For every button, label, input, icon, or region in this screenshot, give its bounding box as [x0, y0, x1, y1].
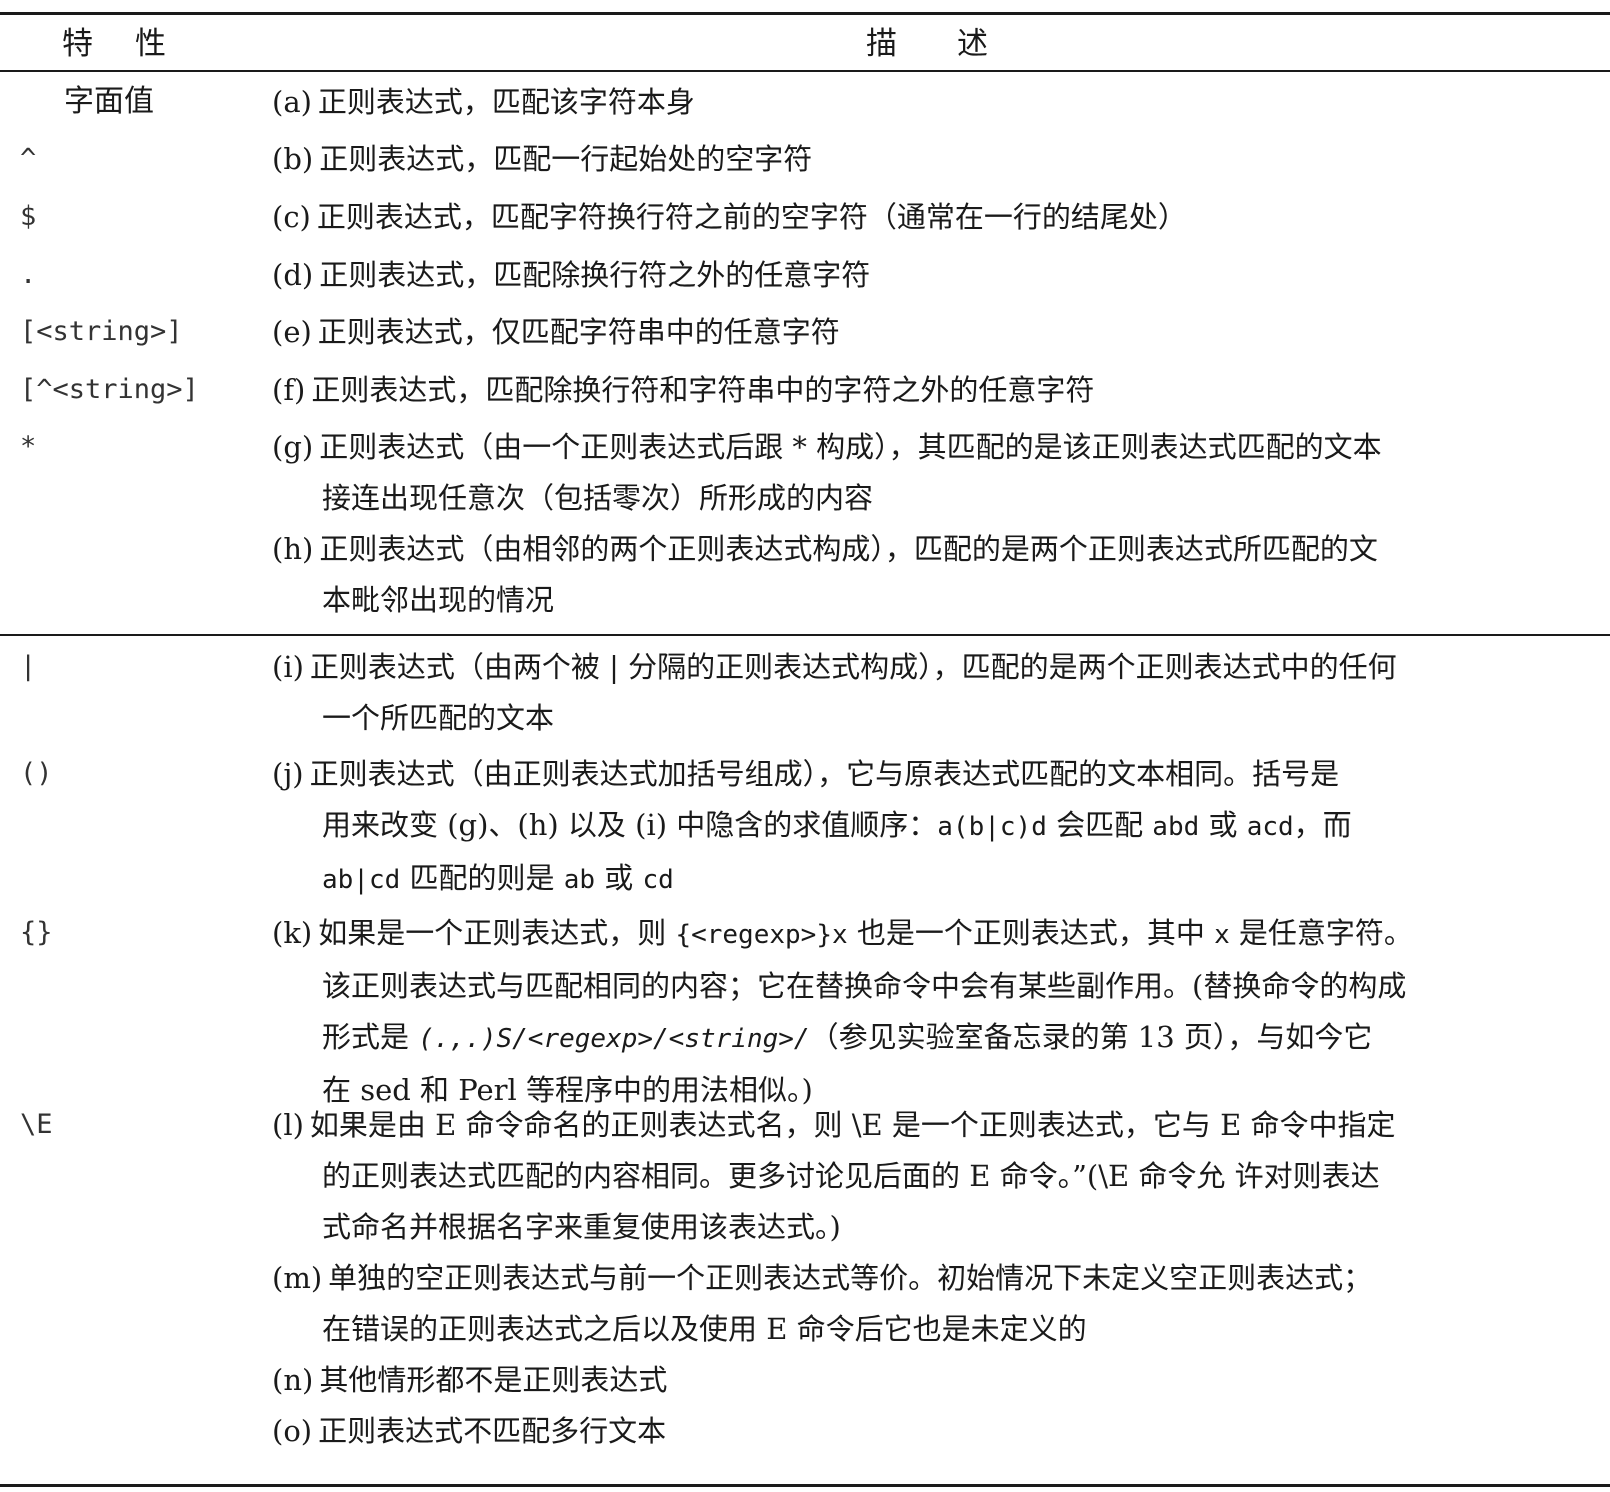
- item-tag: (n): [272, 1363, 314, 1397]
- code-snippet: (.,.)S/<regexp>/<string>/: [418, 1024, 810, 1054]
- description-cell: (j) 正则表达式（由正则表达式加括号组成），它与原表达式匹配的文本相同。括号是 …: [272, 749, 1596, 906]
- description-text: 正则表达式，匹配一行起始处的空字符: [319, 142, 813, 176]
- feature-cell: .: [20, 259, 37, 290]
- feature-cell: *: [20, 431, 37, 462]
- item-tag: (a): [272, 85, 312, 119]
- description-text: 如果是一个正则表达式，则: [318, 916, 676, 950]
- item-tag: (o): [272, 1414, 313, 1448]
- header-description: 描述: [866, 20, 1066, 68]
- description-text: 在错误的正则表达式之后以及使用 E 命令后它也是未定义的: [322, 1312, 1087, 1346]
- feature-cell: ^: [20, 143, 37, 174]
- description-text: 式命名并根据名字来重复使用该表达式。): [322, 1210, 841, 1244]
- description-text: 正则表达式，匹配该字符本身: [317, 85, 695, 119]
- item-tag: (d): [272, 258, 314, 292]
- description-text: 正则表达式（由相邻的两个正则表达式构成），匹配的是两个正则表达式所匹配的文: [319, 532, 1378, 566]
- description-text: 也是一个正则表达式，其中: [847, 916, 1215, 950]
- feature-cell: |: [20, 651, 37, 682]
- item-tag: (j): [272, 757, 304, 791]
- item-tag: (b): [272, 142, 314, 176]
- header-desc-char-1: 描: [866, 26, 897, 62]
- description-text: 正则表达式，匹配除换行符之外的任意字符: [319, 258, 871, 292]
- feature-cell: [^<string>]: [20, 374, 199, 405]
- description-cell: (d) 正则表达式，匹配除换行符之外的任意字符: [272, 250, 1596, 301]
- description-line: ab|cd 匹配的则是 ab 或 cd: [272, 853, 1596, 906]
- header-rule: [0, 70, 1610, 72]
- description-text: 正则表达式（由正则表达式加括号组成），它与原表达式匹配的文本相同。括号是: [309, 757, 1340, 791]
- feature-cell: 字面值: [64, 84, 154, 119]
- code-snippet: ab: [563, 865, 596, 895]
- description-text: 本毗邻出现的情况: [322, 583, 555, 617]
- code-snippet: ab|cd: [322, 865, 401, 895]
- description-cell: (b) 正则表达式，匹配一行起始处的空字符: [272, 134, 1596, 185]
- code-snippet: cd: [642, 865, 674, 895]
- description-text: 会匹配: [1046, 808, 1153, 842]
- item-tag: (e): [272, 315, 312, 349]
- description-line: 用来改变 (g)、(h) 以及 (i) 中隐含的求值顺序：a(b|c)d 会匹配…: [272, 800, 1596, 853]
- description-text: ，而: [1293, 808, 1352, 842]
- item-tag: (m): [272, 1261, 323, 1295]
- description-text: 正则表达式不匹配多行文本: [318, 1414, 667, 1448]
- description-text: 该正则表达式与匹配相同的内容；它在替换命令中会有某些副作用。(替换命令的构成: [322, 969, 1407, 1003]
- description-text: （参见实验室备忘录的第 13 页），与如今它: [809, 1020, 1373, 1054]
- code-snippet: x: [1214, 920, 1230, 950]
- description-text: 正则表达式（由两个被 | 分隔的正则表达式构成），匹配的是两个正则表达式中的任何: [309, 650, 1397, 684]
- description-text: 其他情形都不是正则表达式: [319, 1363, 668, 1397]
- item-tag: (l): [272, 1108, 304, 1142]
- header-desc-char-2: 述: [957, 26, 988, 62]
- description-text: 接连出现任意次（包括零次）所形成的内容: [322, 481, 874, 515]
- feature-cell: $: [20, 201, 37, 232]
- code-snippet: {<regexp>}x: [675, 920, 848, 950]
- item-tag: (k): [272, 916, 313, 950]
- description-text: 正则表达式，匹配除换行符和字符串中的字符之外的任意字符: [311, 373, 1095, 407]
- description-text: 形式是: [322, 1020, 419, 1054]
- description-cell: (k) 如果是一个正则表达式，则 {<regexp>}x 也是一个正则表达式，其中…: [272, 908, 1596, 1116]
- description-text: 正则表达式，匹配字符换行符之前的空字符（通常在一行的结尾处）: [316, 200, 1187, 234]
- code-snippet: acd: [1246, 812, 1294, 842]
- description-text: 或: [1199, 808, 1247, 842]
- description-text: 用来改变 (g)、(h) 以及 (i) 中隐含的求值顺序：: [322, 808, 938, 842]
- description-text: 单独的空正则表达式与前一个正则表达式等价。初始情况下未定义空正则表达式；: [328, 1261, 1373, 1295]
- feature-cell: {}: [20, 917, 53, 948]
- description-text: 是任意字符。: [1229, 916, 1413, 950]
- header-feature-char-2: 性: [135, 26, 166, 62]
- description-cell: (f) 正则表达式，匹配除换行符和字符串中的字符之外的任意字符: [272, 365, 1596, 416]
- table-bottom-rule: [0, 1484, 1610, 1487]
- item-tag: (i): [272, 650, 304, 684]
- description-text: 匹配的则是: [400, 861, 564, 895]
- header-feature-char-1: 特: [62, 26, 93, 62]
- table-top-rule: [0, 12, 1610, 15]
- feature-cell: [<string>]: [20, 316, 183, 347]
- header-feature: 特性: [62, 20, 212, 68]
- feature-cell: \E: [20, 1109, 53, 1140]
- description-line: 形式是 (.,.)S/<regexp>/<string>/（参见实验室备忘录的第…: [272, 1012, 1596, 1065]
- code-snippet: a(b|c)d: [937, 812, 1047, 842]
- description-cell: (g) 正则表达式（由一个正则表达式后跟 * 构成），其匹配的是该正则表达式匹配的…: [272, 422, 1596, 626]
- description-text: 的正则表达式匹配的内容相同。更多讨论见后面的 E 命令。”(\E 命令允 许对则…: [322, 1159, 1380, 1193]
- feature-cell: (): [20, 758, 53, 789]
- description-cell: (i) 正则表达式（由两个被 | 分隔的正则表达式构成），匹配的是两个正则表达式中…: [272, 642, 1596, 744]
- description-cell: (a) 正则表达式，匹配该字符本身: [272, 77, 1596, 128]
- description-text: 一个所匹配的文本: [322, 701, 555, 735]
- item-tag: (g): [272, 430, 314, 464]
- description-cell: (e) 正则表达式，仅匹配字符串中的任意字符: [272, 307, 1596, 358]
- item-tag: (h): [272, 532, 314, 566]
- item-tag: (c): [272, 200, 311, 234]
- description-text: 或: [595, 861, 643, 895]
- description-text: 正则表达式（由一个正则表达式后跟 * 构成），其匹配的是该正则表达式匹配的文本: [319, 430, 1382, 464]
- code-snippet: abd: [1152, 812, 1200, 842]
- description-text: 如果是由 E 命令命名的正则表达式名，则 \E 是一个正则表达式，它与 E 命令…: [309, 1108, 1396, 1142]
- description-text: 正则表达式，仅匹配字符串中的任意字符: [317, 315, 840, 349]
- section-rule: [0, 634, 1610, 636]
- description-cell: (c) 正则表达式，匹配字符换行符之前的空字符（通常在一行的结尾处）: [272, 192, 1596, 243]
- item-tag: (f): [272, 373, 306, 407]
- description-cell: (l) 如果是由 E 命令命名的正则表达式名，则 \E 是一个正则表达式，它与 E…: [272, 1100, 1596, 1457]
